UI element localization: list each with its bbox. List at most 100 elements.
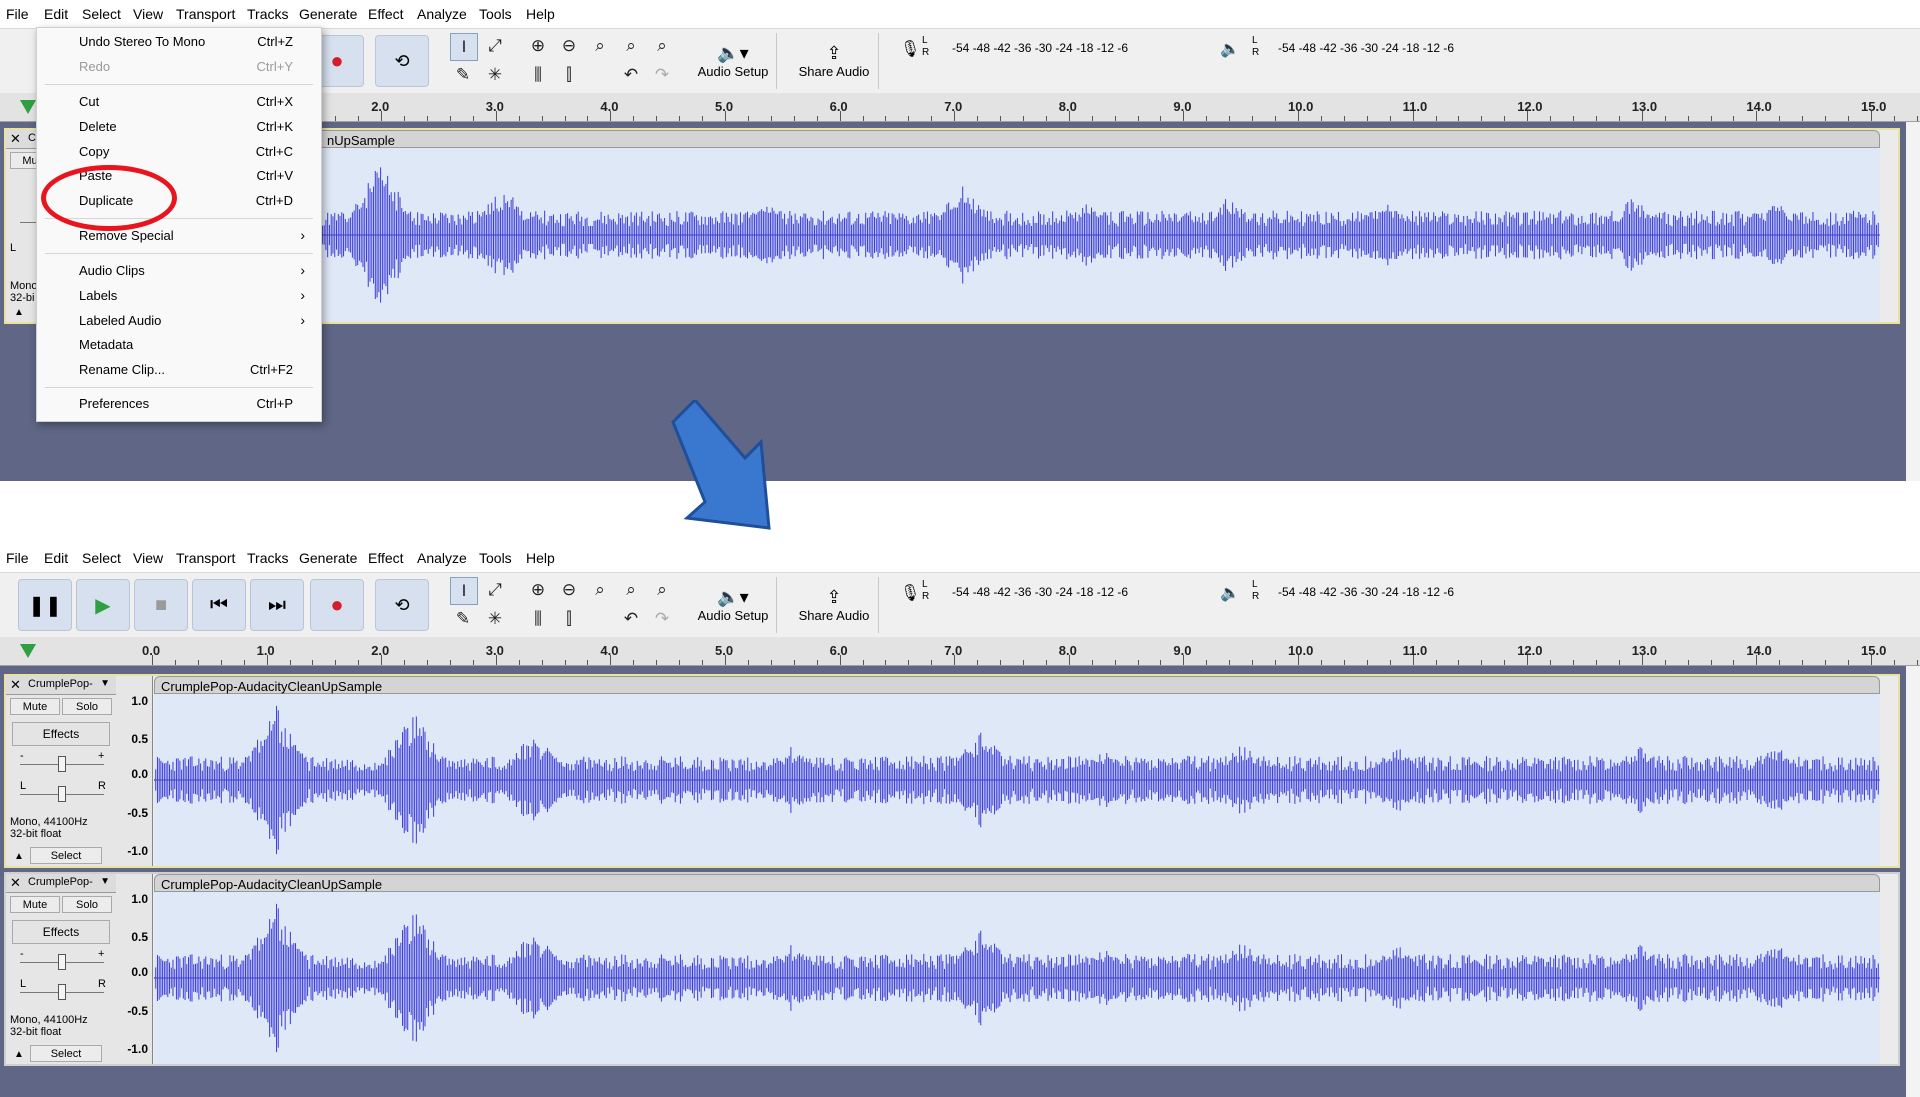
multi-tool-icon[interactable]: ✳ — [482, 62, 508, 88]
fit-selection-icon[interactable]: ⌕ — [587, 33, 613, 59]
track-name-bar[interactable]: ✕ CrumplePop- ▼ — [6, 874, 116, 893]
menu-edit[interactable]: Edit — [44, 6, 68, 22]
select-track-button[interactable]: Select — [30, 1045, 102, 1062]
playback-meter[interactable]: 🔈 LR -54 -48 -42 -36 -30 -24 -18 -12 -6 — [1218, 35, 1518, 85]
audio-clip[interactable]: CrumplePop-AudacityCleanUpSample — [154, 874, 1880, 1064]
loop-button[interactable]: ⟲ — [375, 579, 429, 631]
menu-cut[interactable]: Cut — [79, 94, 99, 109]
record-button[interactable]: ● — [310, 579, 364, 631]
play-button[interactable]: ▶ — [76, 579, 130, 631]
mute-button[interactable]: Mute — [10, 896, 60, 913]
menu-tracks[interactable]: Tracks — [247, 550, 288, 566]
menu-copy[interactable]: Copy — [79, 144, 109, 159]
menu-remove-special[interactable]: Remove Special — [79, 228, 174, 243]
fit-project-icon[interactable]: ⌕ — [618, 33, 644, 59]
zoom-in-icon[interactable]: ⊕ — [525, 577, 551, 603]
skip-end-button[interactable]: ⏭ — [250, 579, 304, 631]
clip-header[interactable]: CrumplePop-AudacityCleanUpSample — [154, 874, 1880, 892]
undo-icon[interactable]: ↶ — [618, 606, 644, 632]
menu-help[interactable]: Help — [526, 6, 555, 22]
fit-selection-icon[interactable]: ⌕ — [587, 577, 613, 603]
record-meter[interactable]: 🎙 LR -54 -48 -42 -36 -30 -24 -18 -12 -6 — [898, 579, 1198, 629]
menu-tracks[interactable]: Tracks — [247, 6, 288, 22]
solo-button[interactable]: Solo — [62, 698, 112, 715]
record-meter[interactable]: 🎙 LR -54 -48 -42 -36 -30 -24 -18 -12 -6 — [898, 35, 1198, 85]
close-track-icon[interactable]: ✕ — [10, 875, 21, 891]
share-audio-button[interactable]: ⇪ Share Audio — [790, 577, 879, 633]
menu-generate[interactable]: Generate — [299, 6, 357, 22]
menu-preferences[interactable]: Preferences — [79, 396, 149, 411]
pan-knob[interactable] — [58, 786, 66, 802]
close-track-icon[interactable]: ✕ — [10, 131, 21, 147]
menu-redo[interactable]: Redo — [79, 59, 110, 74]
zoom-out-icon[interactable]: ⊖ — [556, 33, 582, 59]
menu-view[interactable]: View — [133, 6, 163, 22]
track-name[interactable]: CrumplePop- — [28, 876, 93, 888]
menu-audio-clips[interactable]: Audio Clips — [79, 263, 145, 278]
collapse-icon[interactable]: ▲ — [14, 307, 24, 318]
track-menu-arrow-icon[interactable]: ▼ — [100, 678, 110, 689]
silence-icon[interactable]: ⫿ — [556, 606, 582, 632]
selection-tool-icon[interactable]: I — [450, 577, 478, 605]
waveform[interactable] — [154, 892, 1880, 1064]
gain-slider[interactable] — [20, 954, 104, 970]
menu-file[interactable]: File — [6, 6, 29, 22]
undo-icon[interactable]: ↶ — [618, 62, 644, 88]
menu-undo[interactable]: Undo Stereo To Mono — [79, 34, 205, 49]
menu-labels[interactable]: Labels — [79, 288, 117, 303]
playhead-triangle-icon[interactable] — [20, 100, 36, 114]
gain-knob[interactable] — [58, 756, 66, 772]
menu-file[interactable]: File — [6, 550, 29, 566]
zoom-out-icon[interactable]: ⊖ — [556, 577, 582, 603]
draw-tool-icon[interactable]: ✎ — [450, 606, 476, 632]
trim-icon[interactable]: ⫼ — [525, 62, 551, 88]
menu-view[interactable]: View — [133, 550, 163, 566]
redo-icon[interactable]: ↷ — [649, 62, 675, 88]
silence-icon[interactable]: ⫿ — [556, 62, 582, 88]
audio-clip[interactable]: nUpSample — [116, 130, 1880, 322]
draw-tool-icon[interactable]: ✎ — [450, 62, 476, 88]
loop-button[interactable]: ⟲ — [375, 35, 429, 87]
effects-button[interactable]: Effects — [12, 920, 110, 944]
audio-track-1[interactable]: ✕ CrumplePop- ▼ Mute Solo Effects - + L … — [4, 674, 1900, 868]
pan-slider[interactable] — [20, 984, 104, 1000]
menu-rename-clip[interactable]: Rename Clip... — [79, 362, 165, 377]
multi-tool-icon[interactable]: ✳ — [482, 606, 508, 632]
vertical-scrollbar[interactable] — [1906, 122, 1920, 481]
trim-icon[interactable]: ⫼ — [525, 606, 551, 632]
stop-button[interactable]: ■ — [134, 579, 188, 631]
zoom-in-icon[interactable]: ⊕ — [525, 33, 551, 59]
track-menu-arrow-icon[interactable]: ▼ — [100, 876, 110, 887]
menu-tools[interactable]: Tools — [479, 550, 512, 566]
waveform[interactable] — [154, 694, 1880, 866]
menu-transport[interactable]: Transport — [176, 550, 235, 566]
clip-header[interactable]: nUpSample — [116, 130, 1880, 148]
menu-analyze[interactable]: Analyze — [417, 6, 467, 22]
menu-edit[interactable]: Edit — [44, 550, 68, 566]
menu-transport[interactable]: Transport — [176, 6, 235, 22]
collapse-icon[interactable]: ▲ — [14, 1049, 24, 1060]
menu-select[interactable]: Select — [82, 550, 121, 566]
pan-slider[interactable] — [20, 786, 104, 802]
menu-delete[interactable]: Delete — [79, 119, 117, 134]
close-track-icon[interactable]: ✕ — [10, 677, 21, 693]
track-name[interactable]: CrumplePop- — [28, 678, 93, 690]
audio-clip[interactable]: CrumplePop-AudacityCleanUpSample — [154, 676, 1880, 866]
mute-button[interactable]: Mute — [10, 698, 60, 715]
audio-track-2[interactable]: ✕ CrumplePop- ▼ Mute Solo Effects - + L … — [4, 872, 1900, 1066]
track-name-bar[interactable]: ✕ CrumplePop- ▼ — [6, 676, 116, 695]
clip-header[interactable]: CrumplePop-AudacityCleanUpSample — [154, 676, 1880, 694]
collapse-icon[interactable]: ▲ — [14, 851, 24, 862]
pause-button[interactable]: ❚❚ — [18, 579, 72, 631]
pan-knob[interactable] — [58, 984, 66, 1000]
select-track-button[interactable]: Select — [30, 847, 102, 864]
fit-project-icon[interactable]: ⌕ — [618, 577, 644, 603]
envelope-tool-icon[interactable]: ⤢ — [482, 577, 508, 603]
menu-analyze[interactable]: Analyze — [417, 550, 467, 566]
redo-icon[interactable]: ↷ — [649, 606, 675, 632]
share-audio-button[interactable]: ⇪ Share Audio — [790, 33, 879, 89]
audio-setup-button[interactable]: 🔈▾ Audio Setup — [690, 577, 777, 633]
effects-button[interactable]: Effects — [12, 722, 110, 746]
track-name[interactable]: C — [28, 132, 36, 144]
zoom-toggle-icon[interactable]: ⌕ — [649, 577, 675, 603]
